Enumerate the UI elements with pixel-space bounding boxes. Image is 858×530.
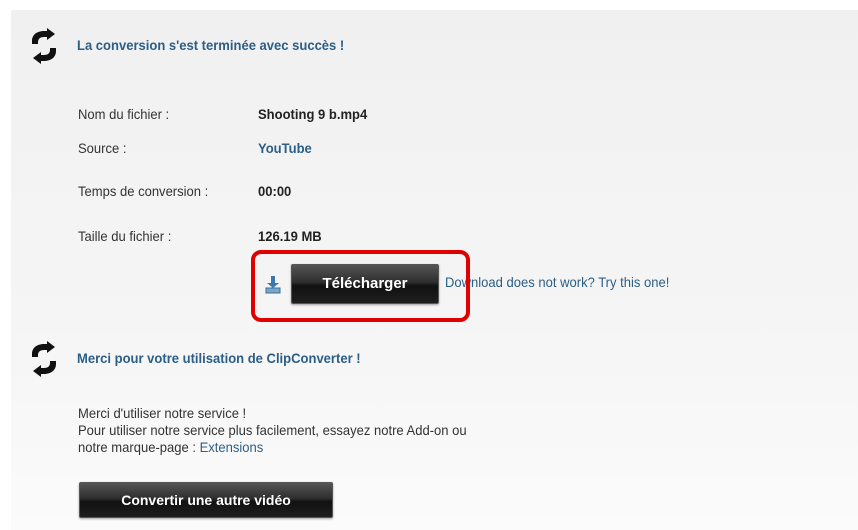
success-heading: La conversion s'est terminée avec succès… (77, 37, 345, 53)
source-label: Source : (78, 140, 127, 156)
thanks-line-3: notre marque-page : Extensions (78, 439, 467, 456)
thanks-line-1: Merci d'utiliser notre service ! (78, 405, 247, 421)
conversion-time-label: Temps de conversion : (78, 183, 209, 199)
alternative-download-link[interactable]: Download does not work? Try this one! (445, 274, 669, 290)
thanks-line-3-prefix: notre marque-page : (78, 439, 200, 455)
thanks-line-2: Pour utiliser notre service plus facilem… (78, 422, 467, 438)
conversion-time-value: 00:00 (258, 183, 292, 199)
highlight-annotation (251, 250, 470, 322)
filename-label: Nom du fichier : (78, 106, 170, 122)
thanks-heading: Merci pour votre utilisation de ClipConv… (77, 350, 361, 366)
thanks-text: Merci d'utiliser notre service ! Pour ut… (78, 405, 467, 456)
source-link[interactable]: YouTube (258, 140, 312, 156)
extensions-link[interactable]: Extensions (200, 439, 264, 455)
filename-value: Shooting 9 b.mp4 (258, 106, 368, 122)
convert-arrows-icon (32, 341, 56, 377)
convert-arrows-icon (32, 28, 56, 64)
filesize-label: Taille du fichier : (78, 228, 172, 244)
convert-another-video-button[interactable]: Convertir une autre vidéo (79, 482, 333, 518)
filesize-value: 126.19 MB (258, 228, 322, 244)
